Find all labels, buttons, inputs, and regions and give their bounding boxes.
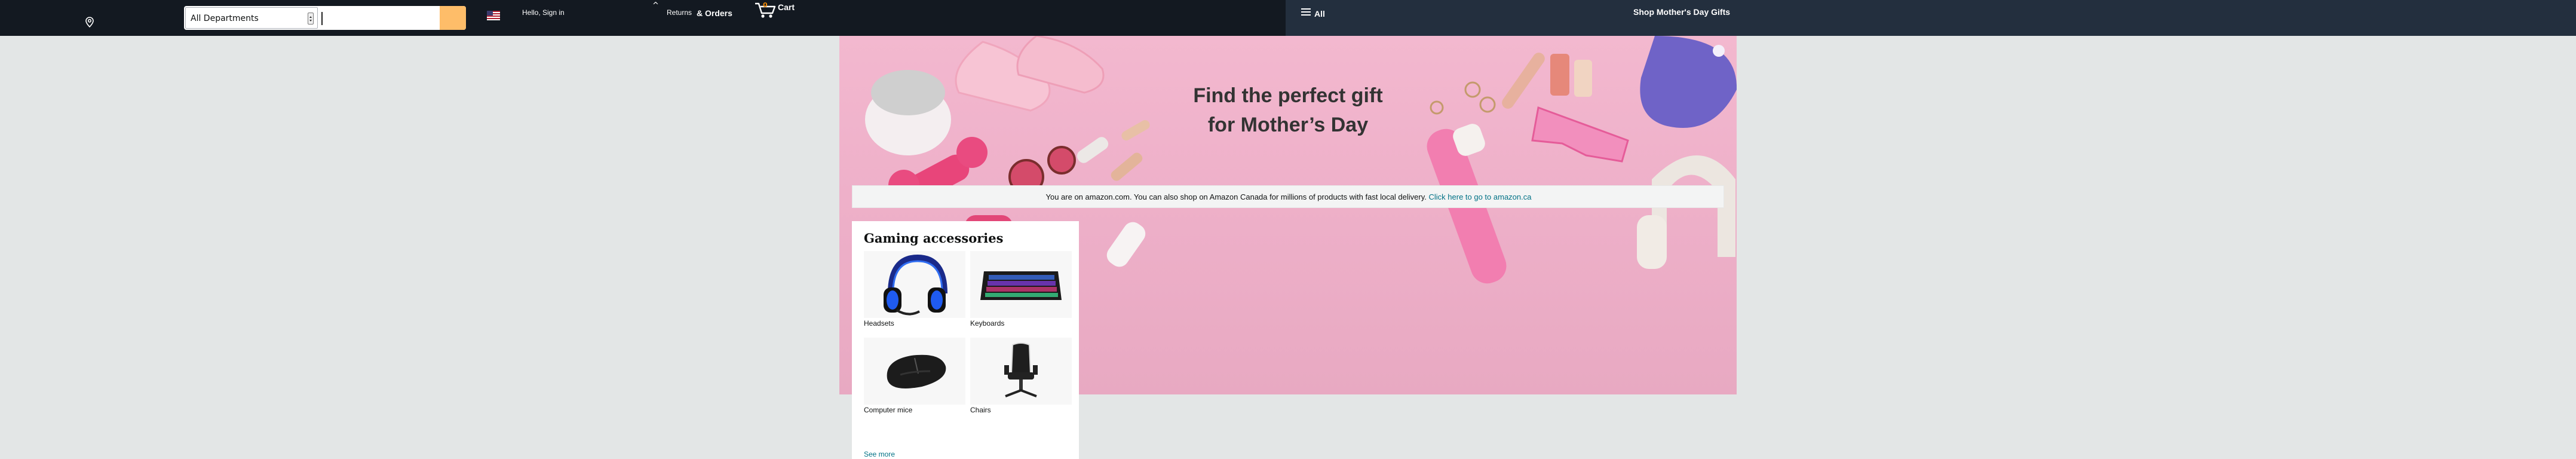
card-title: Gaming accessories bbox=[864, 231, 1004, 246]
tile-headsets[interactable]: Headsets bbox=[864, 251, 965, 328]
department-select-value: All Departments bbox=[191, 14, 259, 23]
orders-link[interactable]: & Orders bbox=[697, 8, 732, 18]
mouse-image bbox=[864, 338, 965, 405]
tile-label-chairs: Chairs bbox=[970, 406, 991, 414]
cart-label[interactable]: Cart bbox=[778, 2, 795, 12]
see-more-link[interactable]: See more bbox=[864, 450, 895, 458]
tile-label-headsets: Headsets bbox=[864, 319, 894, 328]
location-pin-icon[interactable] bbox=[84, 16, 96, 28]
chair-icon bbox=[1004, 342, 1038, 397]
hero-title: Find the perfect gift for Mother’s Day bbox=[839, 81, 1737, 140]
tile-chairs[interactable]: Chairs bbox=[970, 338, 1072, 414]
chair-image bbox=[970, 338, 1072, 405]
search-input[interactable] bbox=[319, 7, 438, 29]
keyboard-icon bbox=[980, 271, 1062, 300]
headset-icon bbox=[884, 254, 947, 316]
search-button[interactable] bbox=[440, 6, 466, 30]
hero-title-line-2: for Mother’s Day bbox=[1207, 114, 1369, 136]
banner-message: You are on amazon.com. You can also shop… bbox=[852, 192, 1725, 201]
hamburger-menu-icon[interactable] bbox=[1301, 8, 1311, 17]
amazon-ca-link[interactable]: Click here to go to amazon.ca bbox=[1429, 192, 1532, 201]
mouse-icon bbox=[887, 354, 946, 388]
returns-arrow-icon: ^ bbox=[652, 1, 659, 10]
tile-label-keyboards: Keyboards bbox=[970, 319, 1005, 328]
mothers-day-gifts-link[interactable]: Shop Mother's Day Gifts bbox=[1633, 7, 1730, 17]
tile-keyboards[interactable]: Keyboards bbox=[970, 251, 1072, 328]
text-caret bbox=[321, 12, 323, 25]
department-select[interactable]: All Departments bbox=[185, 7, 318, 29]
gaming-accessories-card: Gaming accessories Headsets Keyboards Co… bbox=[852, 221, 1079, 459]
banner-text: You are on amazon.com. You can also shop… bbox=[1045, 192, 1427, 201]
account-signin-link[interactable]: Hello, Sign in bbox=[522, 8, 565, 17]
tile-computer-mice[interactable]: Computer mice bbox=[864, 338, 965, 414]
hero-title-line-1: Find the perfect gift bbox=[1193, 84, 1383, 107]
international-shopping-banner: You are on amazon.com. You can also shop… bbox=[852, 185, 1724, 208]
cart-count: 0 bbox=[763, 1, 768, 9]
nav-subbar bbox=[1286, 0, 2576, 36]
all-menu-button[interactable]: All bbox=[1314, 9, 1325, 19]
search-bar: All Departments bbox=[184, 6, 466, 30]
us-flag-icon[interactable] bbox=[487, 11, 500, 20]
keyboard-image bbox=[970, 251, 1072, 318]
returns-link[interactable]: Returns bbox=[667, 8, 692, 17]
tile-label-computer-mice: Computer mice bbox=[864, 406, 913, 414]
chevron-updown-icon bbox=[308, 13, 314, 25]
headset-image bbox=[864, 251, 965, 318]
